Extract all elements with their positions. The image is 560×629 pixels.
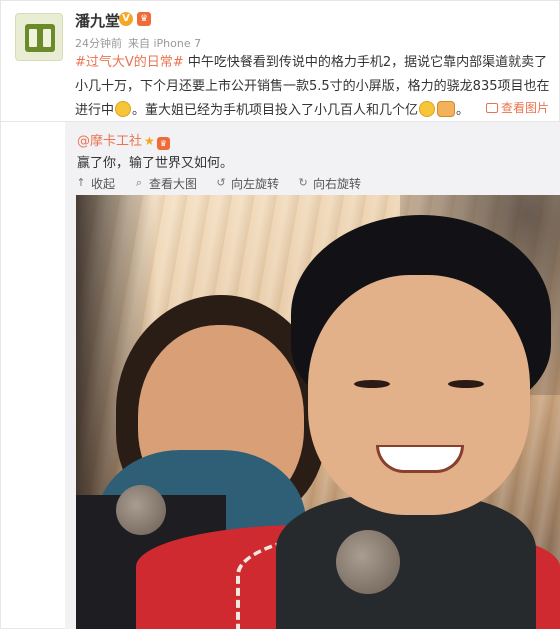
rotate-right-icon: ↻ [298, 176, 308, 189]
topic-tag[interactable]: #过气大V的日常# [75, 55, 184, 70]
rotate-right-button[interactable]: ↻ 向右旋转 [297, 175, 361, 192]
post-text-end: 。 [456, 103, 470, 118]
man-left-eye [354, 380, 390, 388]
woman-pompom [116, 485, 166, 535]
post-time[interactable]: 24分钟前 [75, 37, 122, 50]
star-icon: ★ [144, 134, 155, 148]
man-right-eye [448, 380, 484, 388]
avatar-seal-icon [25, 24, 55, 52]
rank-badge-small-icon: ♛ [156, 137, 170, 150]
post-photo[interactable] [76, 195, 560, 629]
repost-text: 赢了你，输了世界又如何。 [77, 156, 234, 171]
collapse-button[interactable]: ↑ 收起 [75, 175, 115, 192]
rank-badge-icon[interactable]: ♛ [137, 12, 151, 26]
view-image-label: 查看图片 [500, 101, 549, 115]
view-image-link[interactable]: 查看图片 [485, 99, 549, 116]
post-text-part2: 。董大姐已经为手机项目投入了小几百人和几个亿 [132, 103, 419, 118]
image-toolbar: ↑ 收起 ⌕ 查看大图 ↺ 向左旋转 ↻ 向右旋转 [75, 173, 361, 193]
collapse-label: 收起 [91, 176, 116, 191]
rotate-right-label: 向右旋转 [313, 176, 362, 191]
man-scarf [276, 495, 536, 629]
verified-v-icon[interactable]: V [119, 12, 133, 26]
post-content: #过气大V的日常# 中午吃快餐看到传说中的格力手机2，据说它靠内部渠道就卖了小几… [75, 51, 553, 123]
picture-icon [485, 103, 498, 113]
view-large-label: 查看大图 [149, 176, 198, 191]
laughing-emoji-icon [419, 101, 436, 117]
thumbs-up-emoji-icon [437, 101, 456, 117]
repost-username[interactable]: @摩卡工社 [77, 134, 142, 149]
view-large-button[interactable]: ⌕ 查看大图 [133, 175, 197, 192]
weibo-post: 潘九堂 V ♛ 24分钟前 来自 iPhone 7 #过气大V的日常# 中午吃快餐… [0, 0, 560, 629]
user-avatar[interactable] [15, 13, 63, 61]
repost-author: @摩卡工社 ★ ♛ [77, 130, 170, 150]
post-username[interactable]: 潘九堂 [75, 10, 120, 31]
shocked-face-emoji-icon [115, 101, 132, 117]
post-meta: 24分钟前 来自 iPhone 7 [75, 35, 201, 51]
repost-box: @摩卡工社 ★ ♛ 赢了你，输了世界又如何。 ↑ 收起 ⌕ 查看大图 ↺ 向左旋转 ↻ 向右… [65, 122, 560, 629]
man-pompom [336, 530, 400, 594]
rotate-left-icon: ↺ [216, 176, 226, 189]
rotate-left-label: 向左旋转 [231, 176, 280, 191]
man-face [308, 275, 530, 515]
collapse-arrow-icon: ↑ [76, 176, 86, 189]
rotate-left-button[interactable]: ↺ 向左旋转 [215, 175, 279, 192]
post-source[interactable]: 来自 iPhone 7 [128, 37, 201, 50]
magnifier-icon: ⌕ [135, 176, 143, 189]
